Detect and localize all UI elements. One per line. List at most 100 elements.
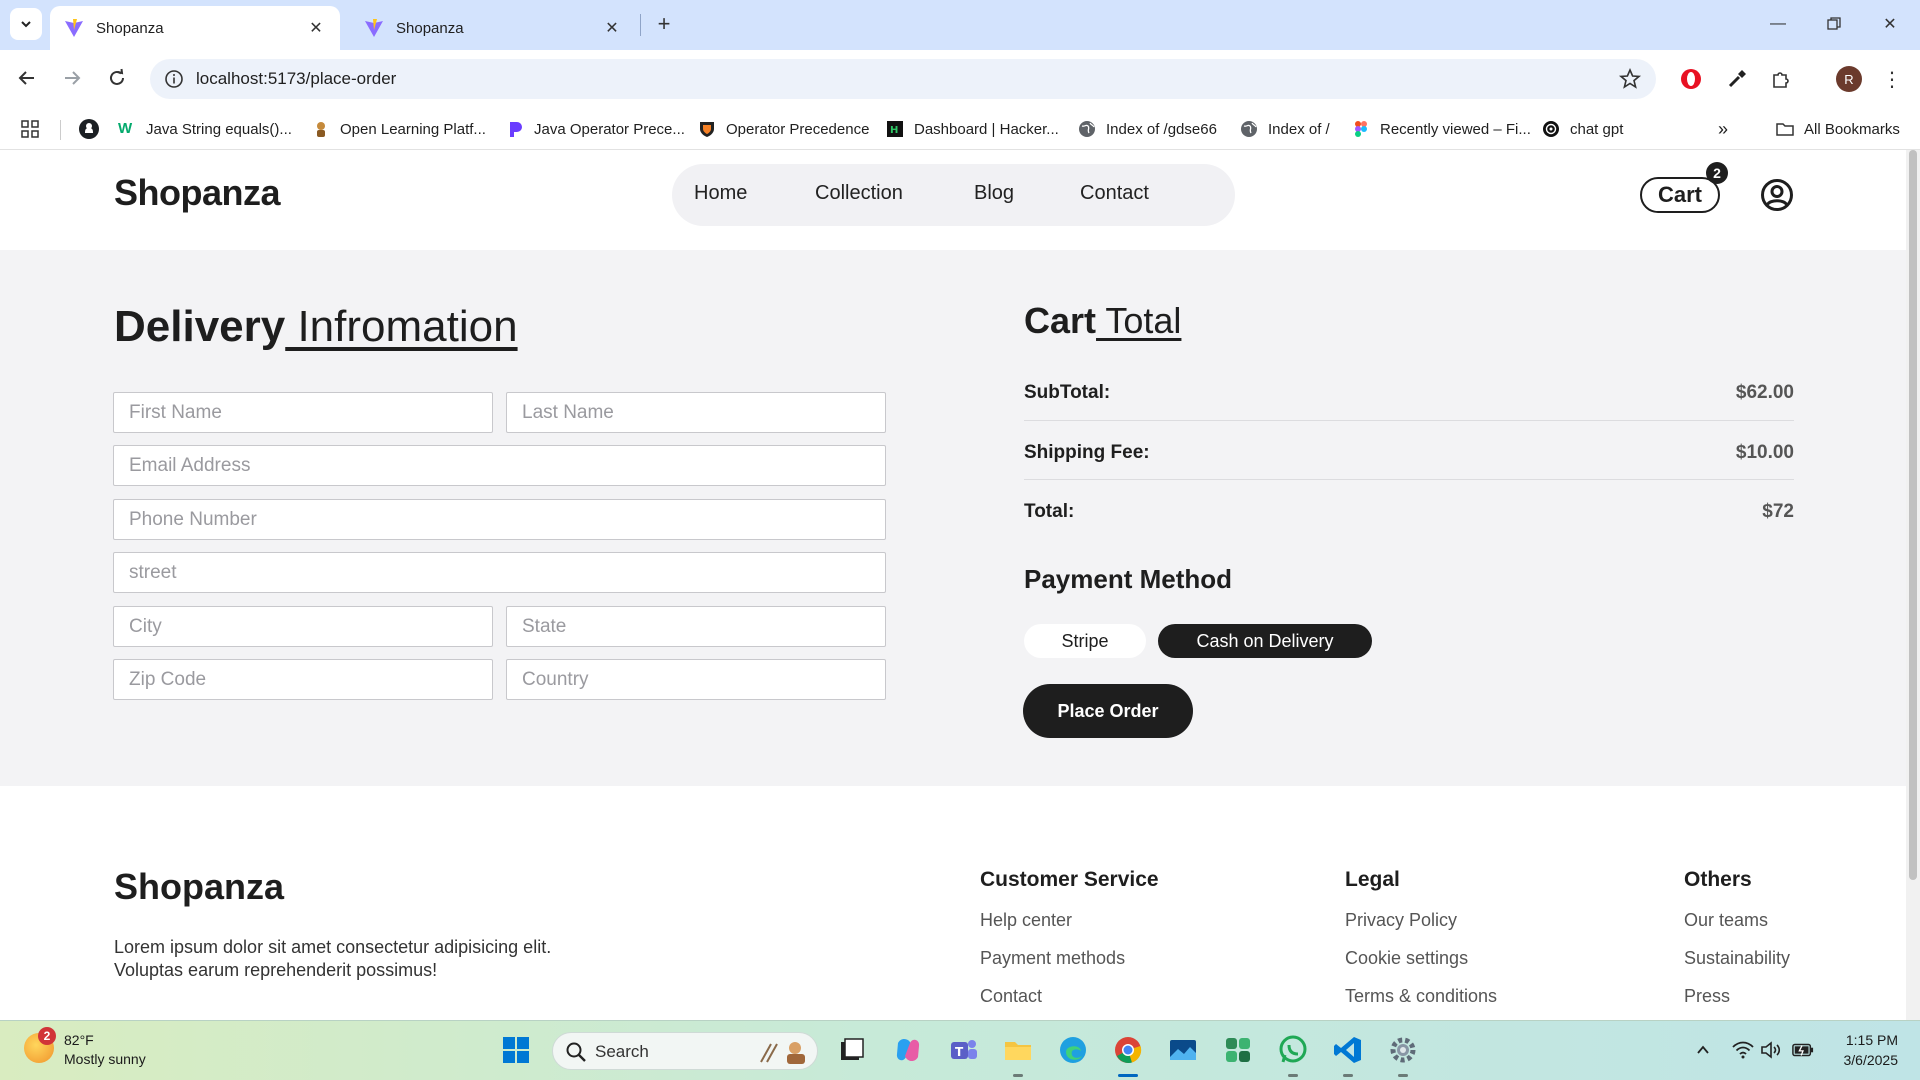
street-input[interactable] [113, 552, 886, 593]
reload-button[interactable] [100, 61, 134, 95]
bookmark-item[interactable]: H Dashboard | Hacker... [886, 116, 1059, 142]
footer-link[interactable]: Contact [980, 986, 1159, 1007]
place-order-button[interactable]: Place Order [1023, 684, 1193, 738]
footer-column-legal: Legal Privacy Policy Cookie settings Ter… [1345, 868, 1497, 1020]
nav-home[interactable]: Home [694, 182, 747, 205]
bookmark-item[interactable]: Open Learning Platf... [312, 116, 486, 142]
scrollbar-thumb[interactable] [1909, 150, 1917, 880]
all-bookmarks-button[interactable]: All Bookmarks [1776, 116, 1900, 142]
apps-button[interactable] [20, 116, 40, 142]
payment-option-stripe[interactable]: Stripe [1024, 624, 1146, 658]
taskbar-photos[interactable] [1167, 1034, 1199, 1066]
footer-link[interactable]: Help center [980, 910, 1159, 931]
state-input[interactable] [506, 606, 886, 647]
taskbar-teams[interactable]: T [948, 1034, 980, 1066]
payment-method-title: Payment Method [1024, 564, 1233, 594]
footer-link[interactable]: Payment methods [980, 948, 1159, 969]
extension-color-picker-button[interactable] [1724, 66, 1750, 92]
start-button[interactable] [500, 1034, 532, 1066]
bookmark-item[interactable]: chat gpt [1542, 116, 1623, 142]
taskbar-task-view[interactable] [836, 1034, 868, 1066]
extensions-button[interactable] [1768, 66, 1794, 92]
edge-icon [1060, 1037, 1086, 1063]
footer-link[interactable]: Our teams [1684, 910, 1790, 931]
bookmark-item[interactable]: Recently viewed – Fi... [1352, 116, 1531, 142]
taskbar-search[interactable]: Search [552, 1032, 818, 1070]
browser-tab[interactable]: Shopanza ✕ [350, 6, 636, 50]
site-logo[interactable]: Shopanza [114, 172, 281, 214]
taskbar-chrome[interactable] [1112, 1034, 1144, 1066]
back-button[interactable] [10, 61, 44, 95]
extension-opera-button[interactable] [1678, 66, 1704, 92]
email-input[interactable] [113, 445, 886, 486]
bookmark-star-icon[interactable] [1618, 67, 1642, 91]
bookmark-item[interactable]: Java Operator Prece... [506, 116, 685, 142]
nav-collection[interactable]: Collection [815, 182, 903, 205]
network-button[interactable] [1732, 1039, 1754, 1061]
page-scrollbar[interactable] [1906, 150, 1920, 1020]
taskbar-app-green[interactable] [1222, 1034, 1254, 1066]
bookmark-item[interactable]: W Java String equals()... [118, 116, 292, 142]
nav-blog[interactable]: Blog [974, 182, 1014, 205]
address-bar[interactable]: localhost:5173/place-order [150, 59, 1656, 99]
close-tab-icon[interactable]: ✕ [306, 18, 326, 38]
tab-title: Shopanza [96, 19, 164, 37]
first-name-input[interactable] [113, 392, 493, 433]
subtotal-row: SubTotal: $62.00 [1024, 376, 1794, 414]
battery-button[interactable] [1792, 1039, 1814, 1061]
taskbar-settings[interactable] [1387, 1034, 1419, 1066]
volume-button[interactable] [1760, 1039, 1782, 1061]
show-hidden-icons-button[interactable] [1692, 1039, 1714, 1061]
clock-time[interactable]: 1:15 PM [1842, 1032, 1898, 1048]
footer-link[interactable]: Privacy Policy [1345, 910, 1497, 931]
zip-code-input[interactable] [113, 659, 493, 700]
city-input[interactable] [113, 606, 493, 647]
country-input[interactable] [506, 659, 886, 700]
profile-avatar[interactable]: R [1836, 66, 1862, 92]
footer-link[interactable]: Terms & conditions [1345, 986, 1497, 1007]
last-name-input[interactable] [506, 392, 886, 433]
new-tab-button[interactable]: + [650, 10, 678, 38]
minimize-button[interactable]: — [1750, 0, 1806, 48]
plus-icon: + [657, 11, 671, 36]
weather-condition[interactable]: Mostly sunny [64, 1051, 146, 1067]
taskbar-copilot[interactable] [892, 1034, 924, 1066]
user-icon[interactable] [1760, 178, 1794, 212]
delivery-title-bold: Delivery [114, 302, 286, 351]
more-bookmarks-button[interactable]: » [1718, 116, 1728, 142]
browser-menu-button[interactable]: ⋮ [1882, 66, 1902, 92]
taskbar-edge[interactable] [1057, 1034, 1089, 1066]
phone-input[interactable] [113, 499, 886, 540]
bookmark-item[interactable]: Index of / [1240, 116, 1330, 142]
bookmark-item[interactable]: Index of /gdse66 [1078, 116, 1217, 142]
shipping-value: $10.00 [1735, 442, 1794, 463]
weather-temperature[interactable]: 82°F [64, 1032, 94, 1048]
forward-button[interactable] [55, 61, 89, 95]
close-tab-icon[interactable]: ✕ [602, 18, 622, 38]
footer-link[interactable]: Sustainability [1684, 948, 1790, 969]
footer-description: Lorem ipsum dolor sit amet consectetur a… [114, 937, 552, 980]
eyedropper-icon [1728, 70, 1746, 88]
footer-logo[interactable]: Shopanza [114, 866, 284, 908]
nav-contact[interactable]: Contact [1080, 182, 1149, 205]
footer-link[interactable]: Cookie settings [1345, 948, 1497, 969]
bookmark-github[interactable] [78, 116, 100, 142]
cart-button[interactable]: Cart [1640, 177, 1720, 213]
footer-link[interactable]: Press [1684, 986, 1790, 1007]
bookmark-item[interactable]: Operator Precedence [698, 116, 869, 142]
taskbar-whatsapp[interactable] [1277, 1034, 1309, 1066]
taskbar-file-explorer[interactable] [1002, 1034, 1034, 1066]
url-text[interactable]: localhost:5173/place-order [196, 69, 396, 89]
taskbar-vscode[interactable] [1332, 1034, 1364, 1066]
vite-icon [365, 19, 383, 37]
tab-search-button[interactable] [10, 8, 42, 40]
restore-button[interactable] [1806, 0, 1862, 48]
browser-tab-active[interactable]: Shopanza ✕ [50, 6, 340, 50]
close-window-button[interactable]: ✕ [1862, 0, 1918, 48]
site-info-icon[interactable] [164, 69, 184, 89]
bookmark-label: Java Operator Prece... [534, 120, 685, 138]
whatsapp-icon [1279, 1035, 1307, 1063]
clock-date[interactable]: 3/6/2025 [1832, 1052, 1899, 1068]
payment-option-cod[interactable]: Cash on Delivery [1158, 624, 1372, 658]
total-value: $72 [1762, 501, 1794, 522]
